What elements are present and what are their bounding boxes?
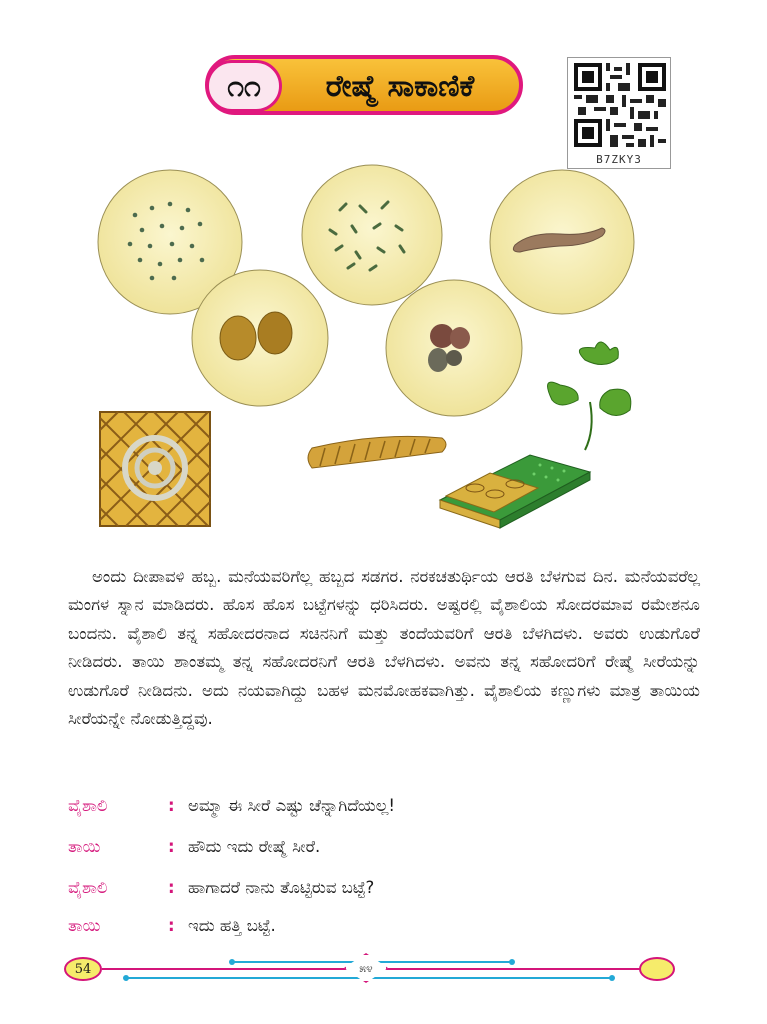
mulberry-leaf bbox=[547, 341, 632, 451]
silk-saree bbox=[438, 454, 592, 529]
young-larvae-plate bbox=[301, 164, 443, 306]
speaker-name: ವೈಶಾಲಿ bbox=[68, 796, 108, 815]
qr-code[interactable]: B7ZKY3 bbox=[567, 57, 671, 169]
silkworm-plate bbox=[489, 169, 635, 315]
dialogue-colon: : bbox=[168, 837, 175, 856]
dialogue-text: ಇದು ಹತ್ತಿ ಬಟ್ಟೆ. bbox=[188, 916, 276, 935]
dialogue-line: ತಾಯಿ : ಇದು ಹತ್ತಿ ಬಟ್ಟೆ. bbox=[68, 912, 708, 940]
dialogue-colon: : bbox=[168, 878, 175, 897]
dialogue-text: ಅಮ್ಮಾ ಈ ಸೀರೆ ಎಷ್ಟು ಚೆನ್ನಾಗಿದೆಯಲ್ಲ! bbox=[188, 796, 395, 815]
footer-dot bbox=[609, 975, 615, 981]
qr-code-icon bbox=[574, 63, 666, 147]
speaker-name: ತಾಯಿ bbox=[68, 916, 101, 935]
story-paragraph: ಅಂದು ದೀಪಾವಳಿ ಹಬ್ಬ. ಮನೆಯವರಿಗೆಲ್ಲ ಹಬ್ಬದ ಸಡ… bbox=[68, 563, 700, 733]
footer-dot bbox=[123, 975, 129, 981]
footer-badge bbox=[639, 957, 675, 981]
dialogue-text: ಹೌದು ಇದು ರೇಷ್ಮೆ ಸೀರೆ. bbox=[188, 837, 321, 856]
cocoons-plate bbox=[191, 269, 329, 407]
dialogue-colon: : bbox=[168, 796, 175, 815]
mountage-frame bbox=[99, 411, 211, 527]
footer-ornament-text: ೫೪ bbox=[359, 960, 373, 975]
paragraph-text: ಅಂದು ದೀಪಾವಳಿ ಹಬ್ಬ. ಮನೆಯವರಿಗೆಲ್ಲ ಹಬ್ಬದ ಸಡ… bbox=[68, 567, 700, 729]
silk-yarn bbox=[307, 435, 447, 469]
chapter-title: ರೇಷ್ಮೆ ಸಾಕಾಣಿಕೆ bbox=[325, 68, 475, 104]
moth-plate bbox=[385, 279, 523, 417]
dialogue-line: ತಾಯಿ : ಹೌದು ಇದು ರೇಷ್ಮೆ ಸೀರೆ. bbox=[68, 833, 708, 861]
dialogue-line: ವೈಶಾಲಿ : ಅಮ್ಮಾ ಈ ಸೀರೆ ಎಷ್ಟು ಚೆನ್ನಾಗಿದೆಯಲ… bbox=[68, 792, 708, 820]
chapter-number: ೧೧ bbox=[206, 60, 282, 112]
footer-dot bbox=[509, 959, 515, 965]
page-number: 54 bbox=[64, 957, 102, 981]
footer-dot bbox=[229, 959, 235, 965]
dialogue-text: ಹಾಗಾದರೆ ನಾನು ತೊಟ್ಟಿರುವ ಬಟ್ಟೆ? bbox=[188, 878, 375, 897]
silk-lifecycle-illustration bbox=[97, 164, 635, 529]
speaker-name: ವೈಶಾಲಿ bbox=[68, 878, 108, 897]
dialogue-colon: : bbox=[168, 916, 175, 935]
dialogue-line: ವೈಶಾಲಿ : ಹಾಗಾದರೆ ನಾನು ತೊಟ್ಟಿರುವ ಬಟ್ಟೆ? bbox=[68, 874, 708, 902]
speaker-name: ತಾಯಿ bbox=[68, 837, 101, 856]
